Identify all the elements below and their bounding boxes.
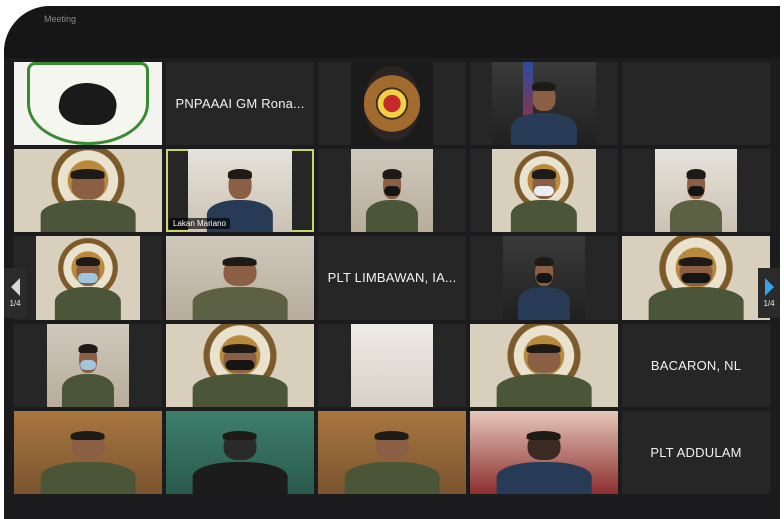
participant-tile[interactable] <box>318 323 466 407</box>
participant-video <box>318 410 466 494</box>
participant-video <box>503 236 585 320</box>
participant-tile[interactable] <box>166 323 314 407</box>
window-title: Meeting <box>44 14 77 24</box>
participant-tile[interactable] <box>622 62 770 146</box>
unit-logo-icon <box>27 62 149 145</box>
participant-tile[interactable] <box>470 149 618 233</box>
participant-tile[interactable] <box>318 149 466 233</box>
seal-logo-icon <box>363 66 421 142</box>
participant-name-tag: Lakan Mariano <box>169 218 230 230</box>
participant-video <box>14 149 162 233</box>
participant-tile[interactable] <box>14 149 162 233</box>
top-bar: Meeting <box>4 6 780 58</box>
participant-tile-active-speaker[interactable]: Lakan Mariano <box>166 149 314 233</box>
participant-video <box>36 236 140 320</box>
participant-name: PNPAAAI GM Rona... <box>175 96 305 112</box>
previous-page-button[interactable]: 1/4 <box>4 268 26 318</box>
participant-tile[interactable] <box>470 323 618 407</box>
participant-gallery: PNPAAAI GM Rona... Lakan Mariano PLT LIM… <box>14 62 770 494</box>
page-indicator-left: 1/4 <box>9 299 21 308</box>
participant-tile[interactable] <box>14 323 162 407</box>
participant-video <box>351 62 433 146</box>
participant-video <box>470 323 618 407</box>
participant-video <box>655 149 737 233</box>
participant-tile[interactable] <box>470 410 618 494</box>
chevron-right-icon <box>764 278 774 296</box>
chevron-left-icon <box>10 278 20 296</box>
participant-video <box>492 62 596 146</box>
participant-tile[interactable]: PLT ADDULAM <box>622 410 770 494</box>
participant-tile[interactable] <box>166 410 314 494</box>
participant-tile[interactable] <box>318 62 466 146</box>
participant-name: PLT ADDULAM <box>650 444 742 460</box>
participant-tile[interactable] <box>14 410 162 494</box>
participant-video <box>351 149 433 233</box>
participant-tile[interactable]: PNPAAAI GM Rona... <box>166 62 314 146</box>
participant-video <box>166 236 314 320</box>
participant-tile[interactable]: BACARON, NL <box>622 323 770 407</box>
participant-tile[interactable] <box>318 410 466 494</box>
participant-tile[interactable] <box>14 236 162 320</box>
participant-tile[interactable] <box>166 236 314 320</box>
participant-video <box>470 410 618 494</box>
next-page-button[interactable]: 1/4 <box>758 268 780 318</box>
participant-video <box>166 323 314 407</box>
participant-video <box>492 149 596 233</box>
participant-tile[interactable]: PLT LIMBAWAN, IA... <box>318 236 466 320</box>
meeting-window: Meeting PNPAAAI GM Rona... Lakan Mariano… <box>4 6 780 519</box>
participant-tile[interactable] <box>622 236 770 320</box>
participant-video <box>351 323 433 407</box>
participant-video <box>622 236 770 320</box>
participant-video <box>166 410 314 494</box>
page-indicator-right: 1/4 <box>763 299 775 308</box>
participant-tile[interactable] <box>470 62 618 146</box>
participant-tile[interactable] <box>470 236 618 320</box>
participant-video <box>14 410 162 494</box>
participant-name: PLT LIMBAWAN, IA... <box>327 270 457 286</box>
participant-video <box>14 62 162 146</box>
participant-video <box>47 323 129 407</box>
participant-name: BACARON, NL <box>650 357 742 373</box>
participant-tile[interactable] <box>14 62 162 146</box>
participant-tile[interactable] <box>622 149 770 233</box>
